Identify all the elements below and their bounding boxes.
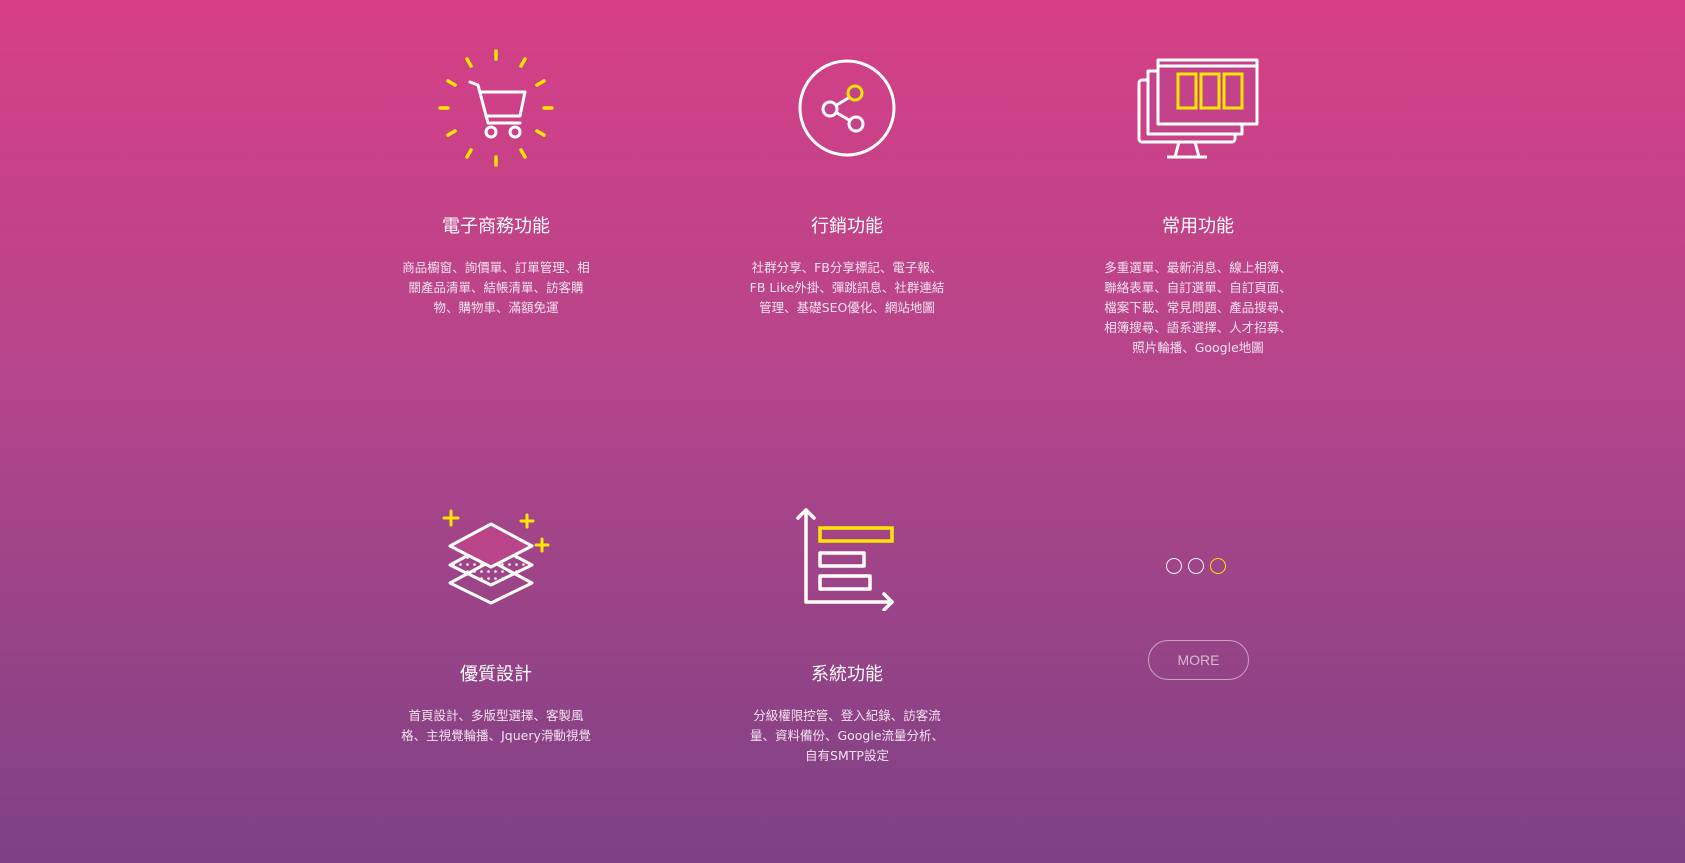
desc-line: 相簿搜尋、語系選擇、人才招募、 [1104,320,1292,335]
carousel-dot-active[interactable] [1210,558,1226,574]
layers-icon [442,509,550,605]
desc-line: 檔案下載、常見問題、產品搜尋、 [1104,300,1292,315]
desc-line: 格、主視覺輪播、Jquery滑動視覺 [401,728,591,743]
desc-line: 照片輪播、Google地圖 [1132,340,1264,355]
desc-line: 多重選單、最新消息、線上相簿、 [1104,260,1292,275]
feature-common: 常用功能 多重選單、最新消息、線上相簿、 聯絡表單、自訂選單、自訂頁面、 檔案下… [1078,0,1318,360]
bar-chart-icon [796,508,894,611]
desc-line: 分級權限控管、登入紀錄、訪客流 [753,708,941,723]
feature-design: 優質設計 首頁設計、多版型選擇、客製風 格、主視覺輪播、Jquery滑動視覺 [376,0,616,760]
carousel-dot[interactable] [1166,558,1182,574]
desc-line: 首頁設計、多版型選擇、客製風 [408,708,584,723]
feature-title: 系統功能 [811,664,883,685]
carousel-dot[interactable] [1188,558,1204,574]
carousel-pagination [1166,558,1226,574]
feature-description: 多重選單、最新消息、線上相簿、 聯絡表單、自訂選單、自訂頁面、 檔案下載、常見問… [1093,258,1303,358]
feature-title: 常用功能 [1162,216,1234,237]
feature-description: 分級權限控管、登入紀錄、訪客流 量、資料備份、Google流量分析、 自有SMT… [742,706,952,766]
monitor-windows-icon [1137,58,1259,159]
desc-line: 量、資料備份、Google流量分析、 [749,728,945,743]
more-button[interactable]: MORE [1148,640,1249,680]
feature-title: 優質設計 [460,664,532,685]
feature-description: 首頁設計、多版型選擇、客製風 格、主視覺輪播、Jquery滑動視覺 [391,706,601,746]
desc-line: 自有SMTP設定 [805,748,889,763]
feature-system: 系統功能 分級權限控管、登入紀錄、訪客流 量、資料備份、Google流量分析、 … [727,0,967,780]
desc-line: 聯絡表單、自訂選單、自訂頁面、 [1104,280,1292,295]
